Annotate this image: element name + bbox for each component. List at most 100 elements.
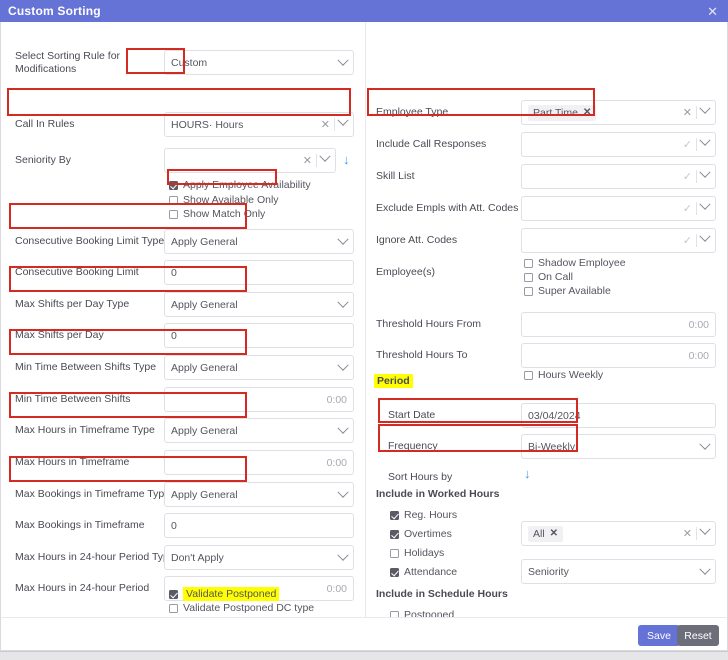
checkbox-super-available[interactable]: Super Available	[524, 285, 611, 297]
seniority-by-select[interactable]: ✕	[164, 148, 336, 173]
dialog-titlebar: Custom Sorting ✕	[0, 0, 728, 22]
min-time-between-shifts-input[interactable]: 0:00	[164, 387, 354, 412]
max-bookings-in-timeframe-input[interactable]: 0	[164, 513, 354, 538]
checkbox-box[interactable]	[169, 603, 178, 613]
checkbox-validate-postponed[interactable]: Validate Postponed	[169, 587, 280, 601]
checkbox-box[interactable]	[390, 567, 399, 577]
checkbox-holidays[interactable]: Holidays	[390, 547, 444, 559]
checkbox-overtimes[interactable]: Overtimes	[390, 528, 452, 540]
frequency-select[interactable]: Bi-Weekly	[521, 434, 716, 459]
page-title: Custom Sorting	[8, 4, 101, 18]
checkbox-validate-postponed-dc-type[interactable]: Validate Postponed DC type	[169, 602, 314, 614]
checkbox-box[interactable]	[390, 548, 399, 558]
field-label-max-bookings-in-timeframe-type: Max Bookings in Timeframe Type	[15, 488, 171, 501]
exclude-empls-att-codes-select[interactable]: ✓	[521, 196, 716, 221]
field-label-include-call-responses: Include Call Responses	[376, 138, 487, 151]
field-label-call-in-rules: Call In Rules	[15, 118, 75, 131]
chevron-down-icon[interactable]	[337, 54, 349, 67]
clear-icon[interactable]: ✕	[683, 106, 692, 119]
seniority-sort-arrow-icon[interactable]: ↓	[343, 153, 350, 166]
max-bookings-in-timeframe-type-select[interactable]: Apply General	[164, 482, 354, 507]
field-label-sorting-rule: Select Sorting Rule for Modifications	[15, 49, 121, 75]
reset-button[interactable]: Reset	[677, 625, 719, 646]
field-label-min-time-between-shifts-type: Min Time Between Shifts Type	[15, 361, 157, 374]
consecutive-booking-limit-type-select[interactable]: Apply General	[164, 229, 354, 254]
checkbox-box[interactable]	[169, 180, 178, 190]
consecutive-booking-limit-input[interactable]: 0	[164, 260, 354, 285]
chip-remove-icon[interactable]: ✕	[550, 528, 558, 539]
checkbox-show-match-only[interactable]: Show Match Only	[169, 208, 265, 220]
chevron-down-icon[interactable]	[337, 114, 349, 130]
call-in-rules-select[interactable]: HOURS· Hours ✕	[164, 112, 354, 137]
save-button[interactable]: Save	[638, 625, 680, 646]
checkbox-box[interactable]	[524, 286, 533, 296]
close-icon[interactable]: ✕	[705, 5, 720, 18]
sorting-rule-select[interactable]: Custom	[164, 50, 354, 75]
check-icon[interactable]: ✓	[683, 202, 692, 215]
chevron-down-icon[interactable]	[699, 230, 711, 246]
threshold-hours-to-input[interactable]: 0:00	[521, 343, 716, 368]
chip-all[interactable]: All ✕	[528, 525, 564, 542]
field-label-ignore-att-codes: Ignore Att. Codes	[376, 234, 458, 247]
checkbox-postponed[interactable]: Postponed	[390, 609, 454, 617]
checkbox-box[interactable]	[390, 529, 399, 539]
max-shifts-per-day-type-select[interactable]: Apply General	[164, 292, 354, 317]
min-time-between-shifts-type-select[interactable]: Apply General	[164, 355, 354, 380]
checkbox-shadow-employee[interactable]: Shadow Employee	[524, 257, 626, 269]
checkbox-box[interactable]	[169, 195, 178, 205]
chevron-down-icon[interactable]	[699, 134, 711, 150]
max-hours-in-timeframe-type-select[interactable]: Apply General	[164, 418, 354, 443]
dialog-body: Select Sorting Rule for Modifications Cu…	[0, 22, 728, 617]
clear-icon[interactable]: ✕	[321, 118, 330, 131]
background-text	[180, 652, 182, 658]
chevron-down-icon[interactable]	[337, 296, 349, 309]
start-date-input[interactable]: 03/04/2024	[521, 403, 716, 428]
check-icon[interactable]: ✓	[683, 138, 692, 151]
max-shifts-per-day-input[interactable]: 0	[164, 323, 354, 348]
include-call-responses-select[interactable]: ✓	[521, 132, 716, 157]
skill-list-select[interactable]: ✓	[521, 164, 716, 189]
threshold-hours-from-input[interactable]: 0:00	[521, 312, 716, 337]
chevron-down-icon[interactable]	[699, 438, 711, 451]
clear-icon[interactable]: ✕	[303, 154, 312, 167]
max-hours-in-timeframe-input[interactable]: 0:00	[164, 450, 354, 475]
chevron-down-icon[interactable]	[337, 233, 349, 246]
sort-hours-arrow-icon[interactable]: ↓	[524, 467, 531, 480]
attendance-select[interactable]: Seniority	[521, 559, 716, 584]
chip-remove-icon[interactable]: ✕	[583, 107, 591, 118]
checkbox-reg-hours[interactable]: Reg. Hours	[390, 509, 457, 521]
checkbox-box[interactable]	[169, 589, 178, 599]
chevron-down-icon[interactable]	[699, 102, 711, 118]
checkbox-apply-employee-availability[interactable]: Apply Employee Availability	[169, 179, 311, 191]
chevron-down-icon[interactable]	[337, 359, 349, 372]
chevron-down-icon[interactable]	[337, 549, 349, 562]
custom-sorting-dialog: Custom Sorting ✕ Select Sorting Rule for…	[0, 0, 728, 660]
chevron-down-icon[interactable]	[337, 486, 349, 499]
checkbox-box[interactable]	[390, 510, 399, 520]
check-icon[interactable]: ✓	[683, 170, 692, 183]
chevron-down-icon[interactable]	[699, 563, 711, 576]
checkbox-box[interactable]	[524, 272, 533, 282]
chip-part-time[interactable]: Part Time ✕	[528, 104, 597, 121]
clear-icon[interactable]: ✕	[683, 527, 692, 540]
max-hours-24h-type-select[interactable]: Don't Apply	[164, 545, 354, 570]
employee-type-multiselect[interactable]: Part Time ✕ ✕	[521, 100, 716, 125]
field-label-max-shifts-per-day: Max Shifts per Day	[15, 329, 104, 342]
ignore-att-codes-select[interactable]: ✓	[521, 228, 716, 253]
chevron-down-icon[interactable]	[699, 166, 711, 182]
chevron-down-icon[interactable]	[337, 422, 349, 435]
overtimes-multiselect[interactable]: All ✕ ✕	[521, 521, 716, 546]
chevron-down-icon[interactable]	[699, 523, 711, 539]
field-label-employees: Employee(s)	[376, 266, 435, 279]
chevron-down-icon[interactable]	[319, 150, 331, 166]
checkbox-box[interactable]	[524, 370, 533, 380]
check-icon[interactable]: ✓	[683, 234, 692, 247]
checkbox-show-available-only[interactable]: Show Available Only	[169, 194, 279, 206]
checkbox-box[interactable]	[524, 258, 533, 268]
checkbox-box[interactable]	[169, 209, 178, 219]
chevron-down-icon[interactable]	[699, 198, 711, 214]
background-strip	[0, 651, 728, 660]
checkbox-on-call[interactable]: On Call	[524, 271, 573, 283]
checkbox-attendance[interactable]: Attendance	[390, 566, 457, 578]
checkbox-hours-weekly[interactable]: Hours Weekly	[524, 369, 603, 381]
